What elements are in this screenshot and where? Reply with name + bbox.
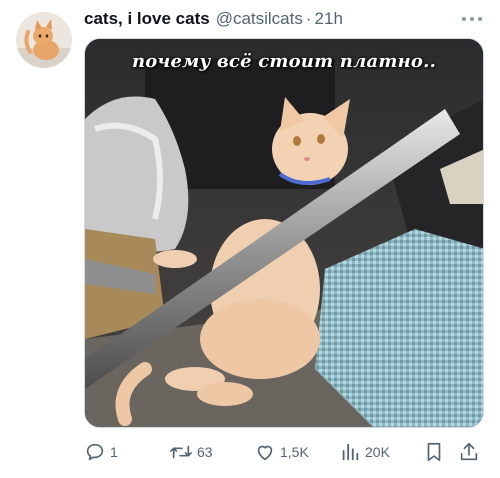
separator-dot: · <box>305 9 312 28</box>
more-dot <box>478 17 482 21</box>
share-icon <box>460 442 478 461</box>
tweet-actions: 1 63 1,5K 20K <box>84 438 484 466</box>
cat-photo <box>85 39 483 427</box>
views-icon <box>342 443 359 461</box>
like-count: 1,5K <box>280 444 309 460</box>
reply-count: 1 <box>110 444 118 460</box>
reply-icon <box>86 443 104 461</box>
bookmark-icon <box>427 442 441 462</box>
avatar-cat-image <box>16 12 72 68</box>
timestamp[interactable]: 21h <box>315 8 343 30</box>
views-count: 20K <box>365 444 390 460</box>
user-handle[interactable]: @catsilcats <box>216 8 303 30</box>
media-caption: почему всё стоит платно.. <box>131 51 437 72</box>
share-button[interactable] <box>458 438 480 466</box>
tweet-media[interactable]: почему всё стоит платно.. <box>84 38 484 428</box>
retweet-icon <box>170 445 192 459</box>
more-icon[interactable] <box>462 12 482 26</box>
retweet-count: 63 <box>197 444 213 460</box>
views-button[interactable]: 20K <box>339 438 390 466</box>
avatar[interactable] <box>16 12 72 68</box>
display-name[interactable]: cats, i love cats <box>84 8 210 30</box>
more-dot <box>470 17 474 21</box>
like-button[interactable]: 1,5K <box>254 438 309 466</box>
tweet-header: cats, i love cats @catsilcats · 21h <box>84 8 343 30</box>
more-dot <box>462 17 466 21</box>
reply-button[interactable]: 1 <box>84 438 118 466</box>
bookmark-button[interactable] <box>424 438 444 466</box>
heart-icon <box>257 445 273 461</box>
retweet-button[interactable]: 63 <box>169 438 213 466</box>
